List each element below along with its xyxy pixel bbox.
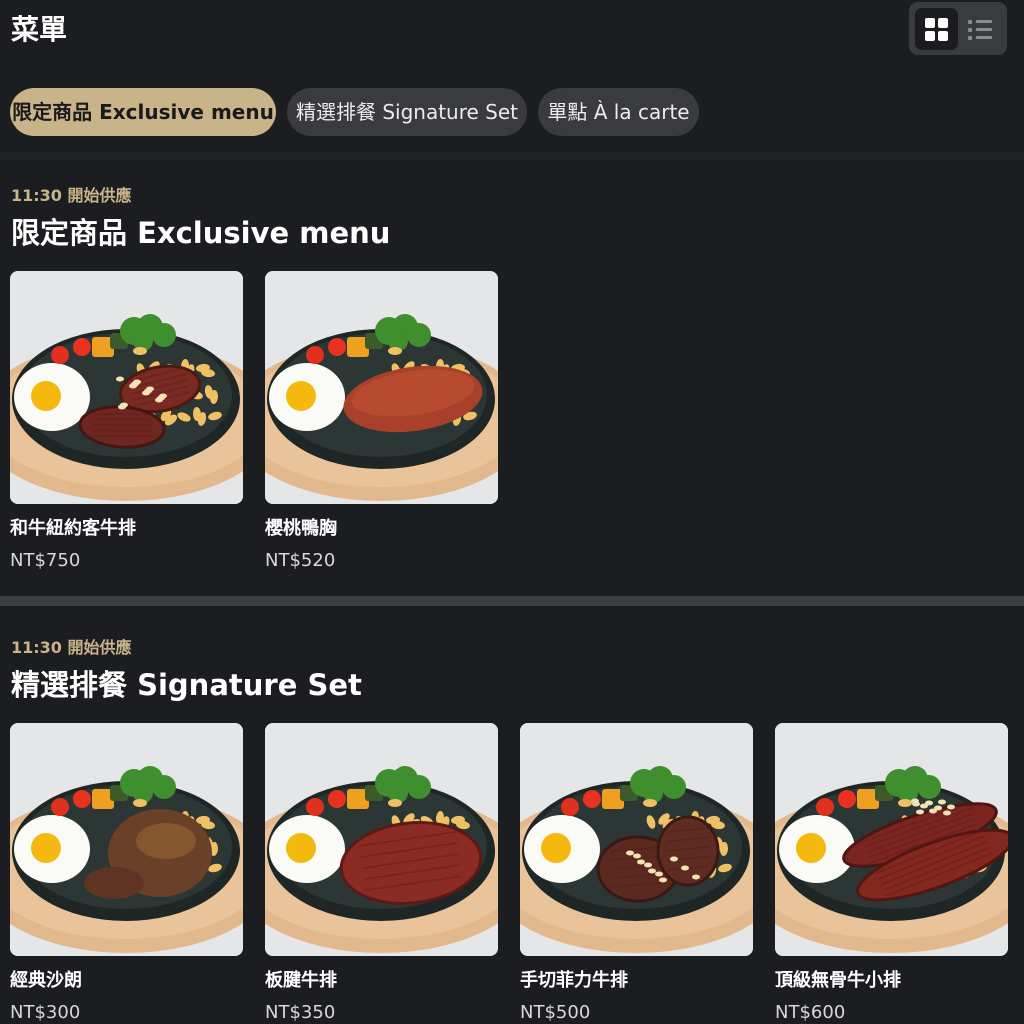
- section-title: 限定商品 Exclusive menu: [11, 216, 391, 250]
- food-photo: [10, 723, 243, 956]
- view-toggle: [909, 2, 1007, 55]
- item-price: NT$300: [10, 1002, 81, 1023]
- item-name: 手切菲力牛排: [520, 970, 628, 991]
- food-photo: [265, 723, 498, 956]
- menu-item-card[interactable]: 和牛紐約客牛排 NT$750: [10, 271, 243, 571]
- item-name: 頂級無骨牛小排: [775, 970, 901, 991]
- list-view-button[interactable]: [959, 8, 1002, 50]
- plate-illustration: [265, 723, 498, 956]
- category-tabs: 限定商品 Exclusive menu 精選排餐 Signature Set 單…: [0, 88, 1024, 138]
- grid-view-icon: [925, 18, 948, 41]
- menu-item-card[interactable]: 經典沙朗 NT$300: [10, 723, 243, 1023]
- tab-a-la-carte[interactable]: 單點 À la carte: [538, 88, 699, 136]
- menu-page: 菜單 限定商品 Exclusive menu 精選排餐 Signature Se…: [0, 0, 1024, 1024]
- menu-item-card[interactable]: 板腱牛排 NT$350: [265, 723, 498, 1023]
- tab-signature-set[interactable]: 精選排餐 Signature Set: [287, 88, 527, 136]
- plate-illustration: [10, 271, 243, 504]
- section-divider: [0, 596, 1024, 606]
- plate-illustration: [10, 723, 243, 956]
- menu-item-card[interactable]: 頂級無骨牛小排 NT$600: [775, 723, 1008, 1023]
- item-price: NT$750: [10, 550, 81, 571]
- serve-time-label: 11:30 開始供應: [11, 186, 132, 205]
- menu-item-card[interactable]: 手切菲力牛排 NT$500: [520, 723, 753, 1023]
- item-name: 板腱牛排: [265, 970, 337, 991]
- item-name: 經典沙朗: [10, 970, 82, 991]
- food-photo: [775, 723, 1008, 956]
- item-name: 和牛紐約客牛排: [10, 518, 136, 539]
- tabs-divider: [0, 152, 1024, 160]
- food-photo: [10, 271, 243, 504]
- item-price: NT$520: [265, 550, 336, 571]
- item-price: NT$600: [775, 1002, 846, 1023]
- list-view-icon: [968, 19, 994, 41]
- header: 菜單: [0, 0, 1024, 70]
- food-photo: [265, 271, 498, 504]
- plate-illustration: [265, 271, 498, 504]
- section-title: 精選排餐 Signature Set: [11, 668, 362, 702]
- item-price: NT$350: [265, 1002, 336, 1023]
- plate-illustration: [775, 723, 1008, 956]
- page-title: 菜單: [11, 13, 68, 46]
- tab-exclusive-menu[interactable]: 限定商品 Exclusive menu: [10, 88, 276, 136]
- menu-item-card[interactable]: 櫻桃鴨胸 NT$520: [265, 271, 498, 571]
- item-name: 櫻桃鴨胸: [265, 518, 337, 539]
- grid-view-button[interactable]: [915, 8, 958, 50]
- item-price: NT$500: [520, 1002, 591, 1023]
- serve-time-label: 11:30 開始供應: [11, 638, 132, 657]
- plate-illustration: [520, 723, 753, 956]
- food-photo: [520, 723, 753, 956]
